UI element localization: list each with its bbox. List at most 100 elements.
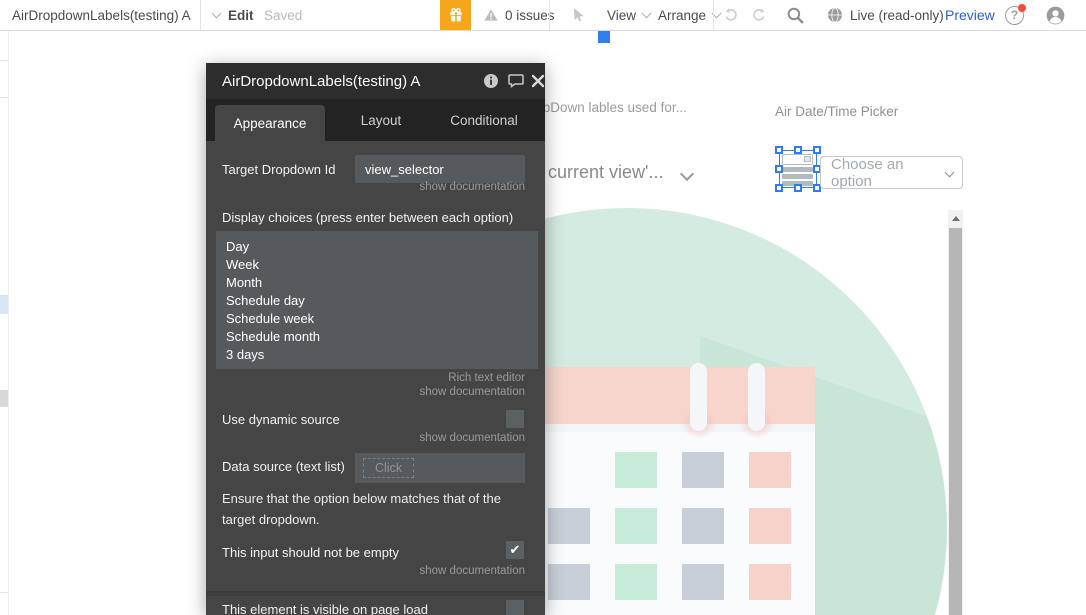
list-item: Schedule week xyxy=(226,310,528,328)
search-icon xyxy=(786,6,805,25)
property-editor-panel: AirDropdownLabels(testing) A Appearance … xyxy=(206,63,545,615)
target-dropdown-id-input[interactable]: view_selector xyxy=(355,155,525,183)
chevron-down-icon xyxy=(945,168,955,178)
view-menu[interactable]: View xyxy=(607,0,650,30)
dropdown-widget-icon xyxy=(782,154,813,184)
undo-button[interactable] xyxy=(723,0,739,30)
info-icon[interactable] xyxy=(482,72,500,90)
top-toolbar: AirDropdownLabels(testing) A Edit Saved … xyxy=(0,0,1086,31)
arrange-menu-label: Arrange xyxy=(658,8,706,23)
panel-header[interactable]: AirDropdownLabels(testing) A xyxy=(206,63,545,99)
tab-conditional[interactable]: Conditional xyxy=(434,99,534,141)
warning-icon xyxy=(483,7,499,23)
data-source-field[interactable]: Click xyxy=(355,453,525,483)
calendar-day-cell xyxy=(749,564,791,600)
not-empty-checkbox[interactable]: ✔ xyxy=(506,541,524,559)
list-item: 3 days xyxy=(226,346,528,364)
selected-dropdown-element[interactable] xyxy=(779,150,817,188)
panel-tab-bar: Appearance Layout Conditional xyxy=(206,99,545,141)
calendar-day-cell xyxy=(682,508,724,544)
list-item: Schedule day xyxy=(226,292,528,310)
calendar-day-cell xyxy=(682,564,724,600)
panel-section-divider xyxy=(206,591,545,596)
not-empty-label: This input should not be empty xyxy=(222,545,399,560)
click-placeholder[interactable]: Click xyxy=(363,458,414,478)
selection-handle[interactable] xyxy=(775,165,783,173)
scrollbar-thumb[interactable] xyxy=(949,228,962,615)
canvas-text-air-picker[interactable]: Air Date/Time Picker xyxy=(775,104,898,119)
tab-appearance[interactable]: Appearance xyxy=(215,105,325,141)
comment-icon[interactable] xyxy=(507,72,525,90)
use-dynamic-source-checkbox[interactable] xyxy=(506,410,524,428)
calendar-day-cell xyxy=(548,508,590,544)
gift-button[interactable] xyxy=(440,0,471,30)
canvas-guide-line xyxy=(0,97,8,98)
calendar-day-cell xyxy=(682,452,724,488)
selection-handle[interactable] xyxy=(813,146,821,154)
choose-option-select[interactable]: Choose an option xyxy=(820,156,963,189)
offscreen-element-fragment xyxy=(0,295,8,314)
selection-handle[interactable] xyxy=(794,184,802,192)
bubble-editor-screen: DropDown lables used for... Air Date/Tim… xyxy=(0,0,1086,615)
account-button[interactable] xyxy=(1046,0,1065,30)
choose-option-placeholder: Choose an option xyxy=(831,156,940,190)
list-item: Schedule month xyxy=(226,328,528,346)
use-dynamic-source-label: Use dynamic source xyxy=(222,412,340,427)
visible-on-page-load-label: This element is visible on page load xyxy=(222,602,428,615)
issues-indicator[interactable]: 0 issues xyxy=(483,0,555,30)
data-source-label: Data source (text list) xyxy=(222,459,345,474)
up-arrow-icon xyxy=(952,216,960,221)
selection-handle[interactable] xyxy=(794,146,802,154)
arrange-menu[interactable]: Arrange xyxy=(658,0,720,30)
pointer-tool-button[interactable] xyxy=(571,0,587,30)
selection-handle[interactable] xyxy=(775,184,783,192)
notification-dot xyxy=(1018,4,1026,12)
canvas-text-caption[interactable]: DropDown lables used for... xyxy=(521,100,687,115)
offscreen-element-fragment xyxy=(0,390,8,407)
chevron-down-icon xyxy=(680,167,694,181)
element-selector-dropdown[interactable]: AirDropdownLabels(testing) A xyxy=(12,0,220,30)
show-documentation-link[interactable]: show documentation xyxy=(420,565,525,577)
chevron-down-icon xyxy=(642,8,652,18)
live-version-indicator[interactable]: Live (read-only) xyxy=(827,0,944,30)
close-icon[interactable] xyxy=(529,72,545,90)
list-item: Month xyxy=(226,274,528,292)
redo-icon xyxy=(751,7,767,23)
preview-button[interactable]: Preview xyxy=(945,0,995,30)
display-choices-textarea[interactable]: DayWeekMonthSchedule daySchedule weekSch… xyxy=(216,231,538,369)
list-item: Day xyxy=(226,238,528,256)
calendar-day-cell xyxy=(749,452,791,488)
cursor-icon xyxy=(571,7,587,23)
visible-on-page-load-checkbox[interactable] xyxy=(506,600,524,615)
edit-mode-button[interactable]: Edit xyxy=(228,0,254,30)
calendar-grid xyxy=(548,452,791,600)
canvas-guide-line xyxy=(0,60,8,61)
panel-note: Ensure that the option below matches tha… xyxy=(222,488,530,530)
tab-layout[interactable]: Layout xyxy=(336,99,426,141)
calendar-day-cell xyxy=(548,452,590,488)
calendar-day-cell xyxy=(615,452,657,488)
undo-icon xyxy=(723,7,739,23)
user-avatar-icon xyxy=(1046,6,1065,25)
chevron-down-icon xyxy=(211,8,221,18)
redo-button[interactable] xyxy=(751,0,767,30)
canvas-group-scrollbar[interactable] xyxy=(948,210,963,615)
calendar-day-cell xyxy=(548,564,590,600)
element-selector-label: AirDropdownLabels(testing) A xyxy=(12,8,191,23)
search-button[interactable] xyxy=(786,0,805,30)
selection-handle[interactable] xyxy=(775,146,783,154)
view-menu-label: View xyxy=(607,8,636,23)
canvas-dropdown-current-view[interactable]: current view'... xyxy=(548,162,663,183)
list-item: Week xyxy=(226,256,528,274)
show-documentation-link[interactable]: show documentation xyxy=(420,181,525,193)
canvas-selection-marker xyxy=(598,31,610,43)
calendar-binder-ring xyxy=(690,363,707,431)
show-documentation-link[interactable]: show documentation xyxy=(420,432,525,444)
scroll-up-button[interactable] xyxy=(948,210,963,227)
rich-text-editor-link[interactable]: Rich text editor xyxy=(448,372,525,384)
saved-status: Saved xyxy=(264,0,302,30)
show-documentation-link[interactable]: show documentation xyxy=(420,386,525,398)
display-choices-label: Display choices (press enter between eac… xyxy=(222,210,513,225)
help-button[interactable]: ? xyxy=(1005,0,1024,30)
calendar-day-cell xyxy=(749,508,791,544)
